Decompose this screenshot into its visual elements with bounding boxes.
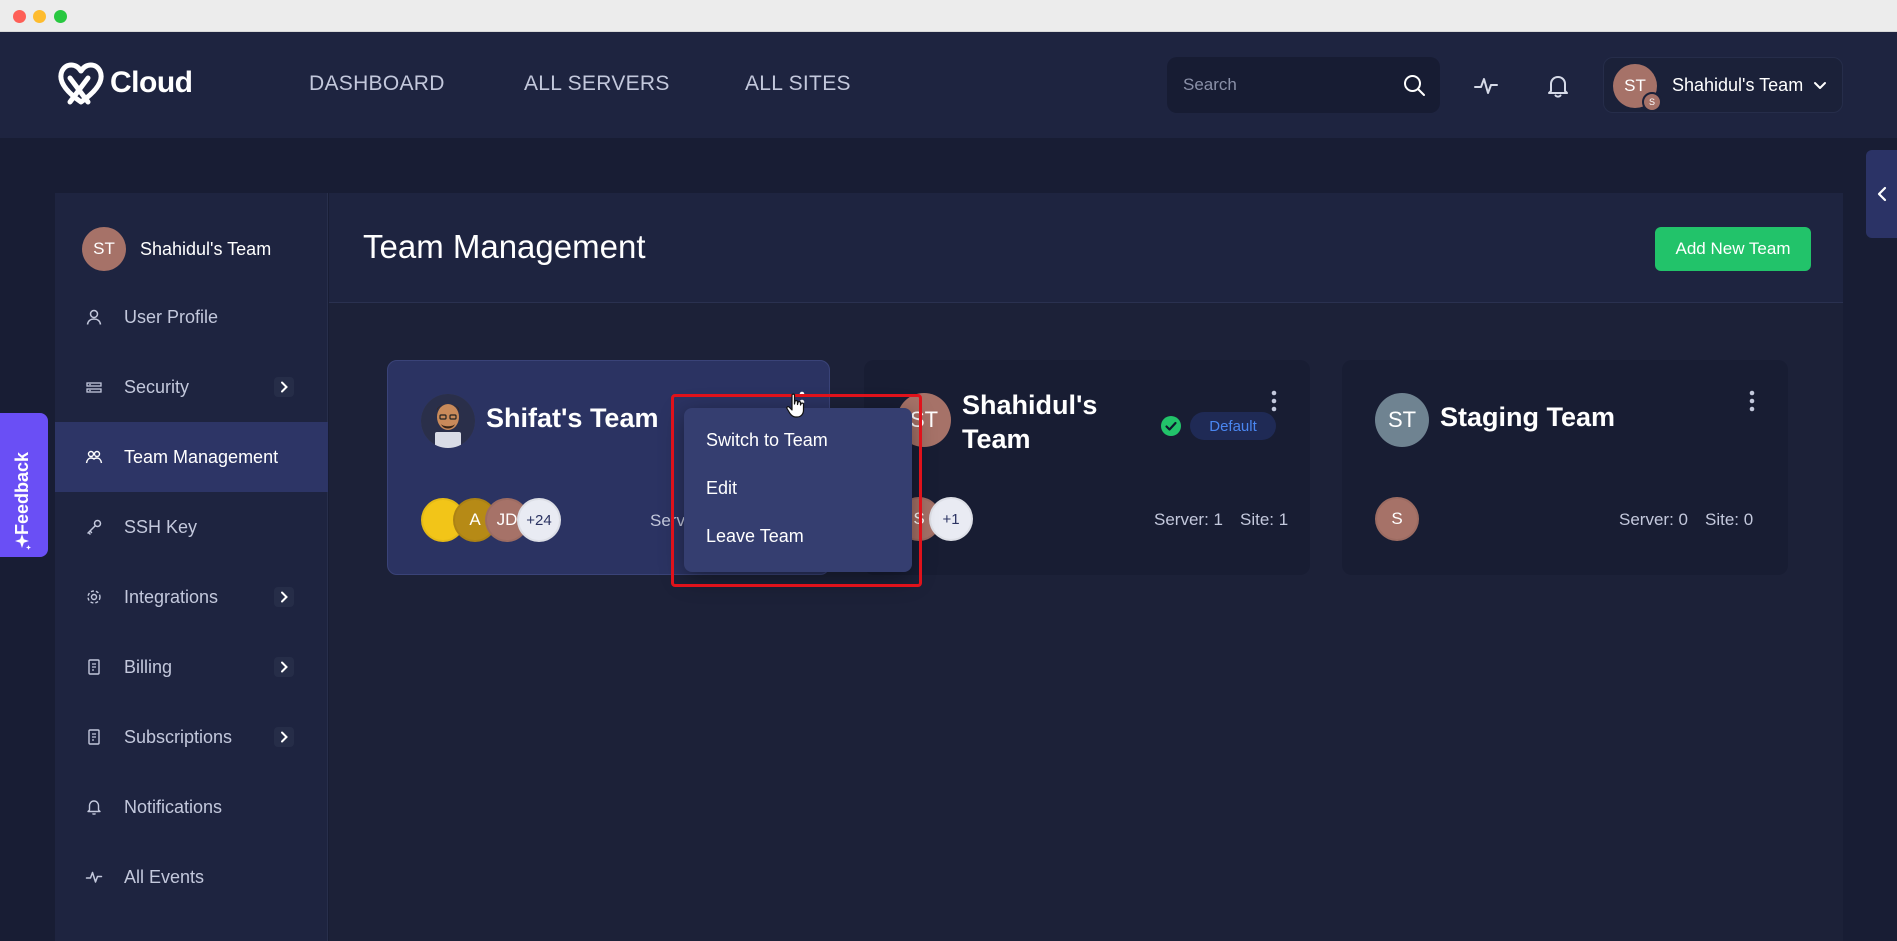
check-circle-icon	[1161, 416, 1181, 436]
settings-sidebar: ST Shahidul's Team User Profile Security…	[55, 193, 328, 941]
team-avatar: ST	[1375, 393, 1429, 447]
kebab-menu-icon[interactable]	[1748, 390, 1756, 412]
member-avatar: S	[1375, 497, 1419, 541]
feedback-label: Feedback	[12, 451, 32, 535]
notification-bell-icon[interactable]	[1544, 72, 1572, 100]
sidebar-item-notifications[interactable]: Notifications	[55, 772, 328, 842]
team-members: A JD +24	[421, 498, 561, 542]
team-card-shahidul[interactable]: ST Shahidul's Team Default S +1 Server: …	[864, 360, 1310, 575]
sidebar-team-name: Shahidul's Team	[140, 238, 272, 259]
main-header: Team Management Add New Team	[329, 193, 1843, 303]
sidebar-team-avatar: ST	[82, 227, 126, 271]
activity-pulse-icon[interactable]	[1472, 72, 1500, 100]
team-icon	[85, 450, 103, 464]
team-card-title: Shahidul's Team	[962, 388, 1097, 456]
page-title: Team Management	[363, 228, 646, 265]
team-avatar-image	[421, 394, 475, 448]
team-server-count: Server: 0	[1619, 510, 1688, 529]
sidebar-item-label: Security	[124, 376, 190, 397]
sidebar-item-security[interactable]: Security	[55, 352, 328, 422]
sidebar-item-label: SSH Key	[124, 516, 198, 537]
billing-icon	[88, 659, 100, 675]
sidebar-item-label: Integrations	[124, 586, 219, 607]
member-count-badge: +1	[929, 497, 973, 541]
account-mini-avatar: S	[1642, 92, 1662, 112]
sidebar-item-all-events[interactable]: All Events	[55, 842, 328, 912]
add-new-team-button[interactable]: Add New Team	[1655, 227, 1811, 271]
team-site-count: Site: 1	[1240, 510, 1289, 529]
nav-all-sites[interactable]: ALL SITES	[745, 72, 851, 96]
sidebar-item-integrations[interactable]: Integrations	[55, 562, 328, 632]
search-box	[1167, 57, 1440, 113]
default-badge: Default	[1190, 412, 1276, 440]
minimize-window-button[interactable]	[33, 10, 46, 23]
team-card-staging[interactable]: ST Staging Team S Server: 0 Site: 0	[1342, 360, 1788, 575]
app-logo[interactable]: Cloud	[54, 56, 193, 110]
sidebar-item-label: Team Management	[124, 446, 279, 467]
nav-all-servers[interactable]: ALL SERVERS	[524, 72, 670, 96]
member-count-badge: +24	[517, 498, 561, 542]
bell-icon	[87, 800, 101, 815]
user-icon	[86, 309, 102, 325]
sidebar-item-label: All Events	[124, 866, 205, 887]
team-server-count: Server: 1	[1154, 510, 1223, 529]
subscription-icon	[88, 729, 100, 745]
team-card-title-line1: Shahidul's	[962, 390, 1098, 420]
sidebar-item-label: Billing	[124, 656, 173, 677]
team-card-title: Staging Team	[1440, 402, 1616, 432]
team-card-title-line2: Team	[962, 424, 1031, 454]
chevron-right-icon[interactable]	[274, 657, 294, 677]
team-site-count: Site: 0	[1705, 510, 1754, 529]
gear-icon	[87, 590, 101, 604]
sidebar-item-label: Notifications	[124, 796, 223, 817]
sidebar-item-subscriptions[interactable]: Subscriptions	[55, 702, 328, 772]
key-icon	[87, 519, 102, 535]
sidebar-item-ssh-key[interactable]: SSH Key	[55, 492, 328, 562]
chevron-left-icon	[1877, 186, 1887, 202]
logo-text: Cloud	[110, 66, 193, 99]
chevron-right-icon[interactable]	[274, 377, 294, 397]
sidebar-item-team-management[interactable]: Team Management	[55, 422, 328, 492]
main-panel: Team Management Add New Team Shifat's Te…	[329, 193, 1843, 941]
chevron-right-icon[interactable]	[274, 587, 294, 607]
sidebar-item-user-profile[interactable]: User Profile	[55, 282, 328, 352]
sidebar-item-billing[interactable]: Billing	[55, 632, 328, 702]
person-avatar-icon	[421, 394, 475, 448]
right-panel-toggle[interactable]	[1866, 150, 1897, 238]
sidebar-item-label: Subscriptions	[124, 726, 233, 747]
team-members: S	[1375, 497, 1419, 541]
kebab-menu-icon[interactable]	[1270, 390, 1278, 412]
sparkle-icon	[15, 534, 31, 550]
team-switcher[interactable]: ST S Shahidul's Team	[1603, 57, 1843, 113]
pulse-icon	[85, 871, 103, 883]
security-icon	[86, 382, 102, 393]
hand-cursor-icon	[786, 393, 805, 418]
sidebar-item-label: User Profile	[124, 306, 219, 327]
team-card-title: Shifat's Team	[486, 403, 659, 433]
close-window-button[interactable]	[13, 10, 26, 23]
sidebar-team-header: ST Shahidul's Team	[82, 227, 271, 271]
feedback-tab[interactable]: Feedback	[0, 413, 48, 557]
search-icon[interactable]	[1402, 73, 1426, 97]
window-titlebar	[0, 0, 1897, 32]
top-navigation-bar: Cloud DASHBOARD ALL SERVERS ALL SITES ST…	[0, 32, 1897, 138]
account-team-name: Shahidul's Team	[1672, 75, 1804, 95]
chevron-right-icon[interactable]	[274, 727, 294, 747]
maximize-window-button[interactable]	[54, 10, 67, 23]
annotation-highlight-box	[671, 394, 922, 587]
nav-dashboard[interactable]: DASHBOARD	[309, 72, 445, 96]
search-input[interactable]	[1183, 57, 1383, 113]
cloud-logo-icon	[58, 62, 104, 105]
chevron-down-icon	[1814, 82, 1826, 89]
